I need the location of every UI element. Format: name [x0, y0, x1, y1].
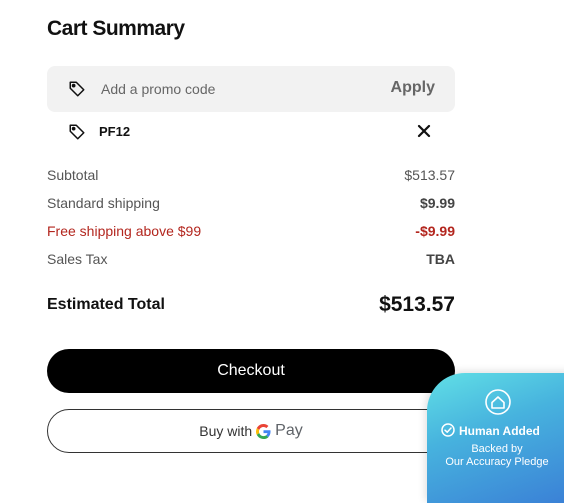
applied-code-label: PF12 [99, 124, 131, 139]
badge-line-2: Our Accuracy Pledge [445, 456, 549, 468]
discount-label: Free shipping above $99 [47, 223, 202, 239]
shipping-row: Standard shipping $9.99 [47, 195, 455, 215]
tag-icon [69, 124, 85, 140]
tag-icon [69, 81, 85, 97]
sales-tax-row: Sales Tax TBA [47, 251, 455, 271]
subtotal-label: Subtotal [47, 167, 99, 183]
promo-code-input[interactable] [101, 66, 361, 112]
badge-headline: Human Added [459, 424, 540, 438]
badge-line-1: Backed by [471, 443, 523, 455]
subtotal-row: Subtotal $513.57 [47, 167, 455, 187]
discount-value: -$9.99 [415, 223, 455, 239]
home-shield-icon [485, 389, 511, 415]
sales-tax-label: Sales Tax [47, 251, 108, 267]
subtotal-value: $513.57 [404, 167, 455, 183]
cart-summary-title: Cart Summary [47, 17, 185, 40]
applied-promo-code: PF12 [47, 120, 455, 144]
checkout-button[interactable]: Checkout [47, 349, 455, 393]
gpay-pay-label: Pay [275, 422, 303, 439]
estimated-total-label: Estimated Total [47, 296, 165, 313]
gpay-prefix-label: Buy with [199, 423, 253, 439]
google-g-icon [256, 423, 271, 439]
discount-row: Free shipping above $99 -$9.99 [47, 223, 455, 243]
shipping-value: $9.99 [419, 195, 455, 211]
promo-code-box: Apply [47, 66, 455, 112]
estimated-total-value: $513.57 [379, 293, 455, 316]
apply-promo-button[interactable]: Apply [391, 79, 435, 97]
sales-tax-value: TBA [426, 251, 455, 267]
close-icon[interactable] [417, 124, 431, 138]
check-circle-icon [441, 423, 455, 437]
google-pay-button[interactable]: Buy with Pay [47, 409, 455, 453]
shipping-label: Standard shipping [47, 195, 160, 211]
